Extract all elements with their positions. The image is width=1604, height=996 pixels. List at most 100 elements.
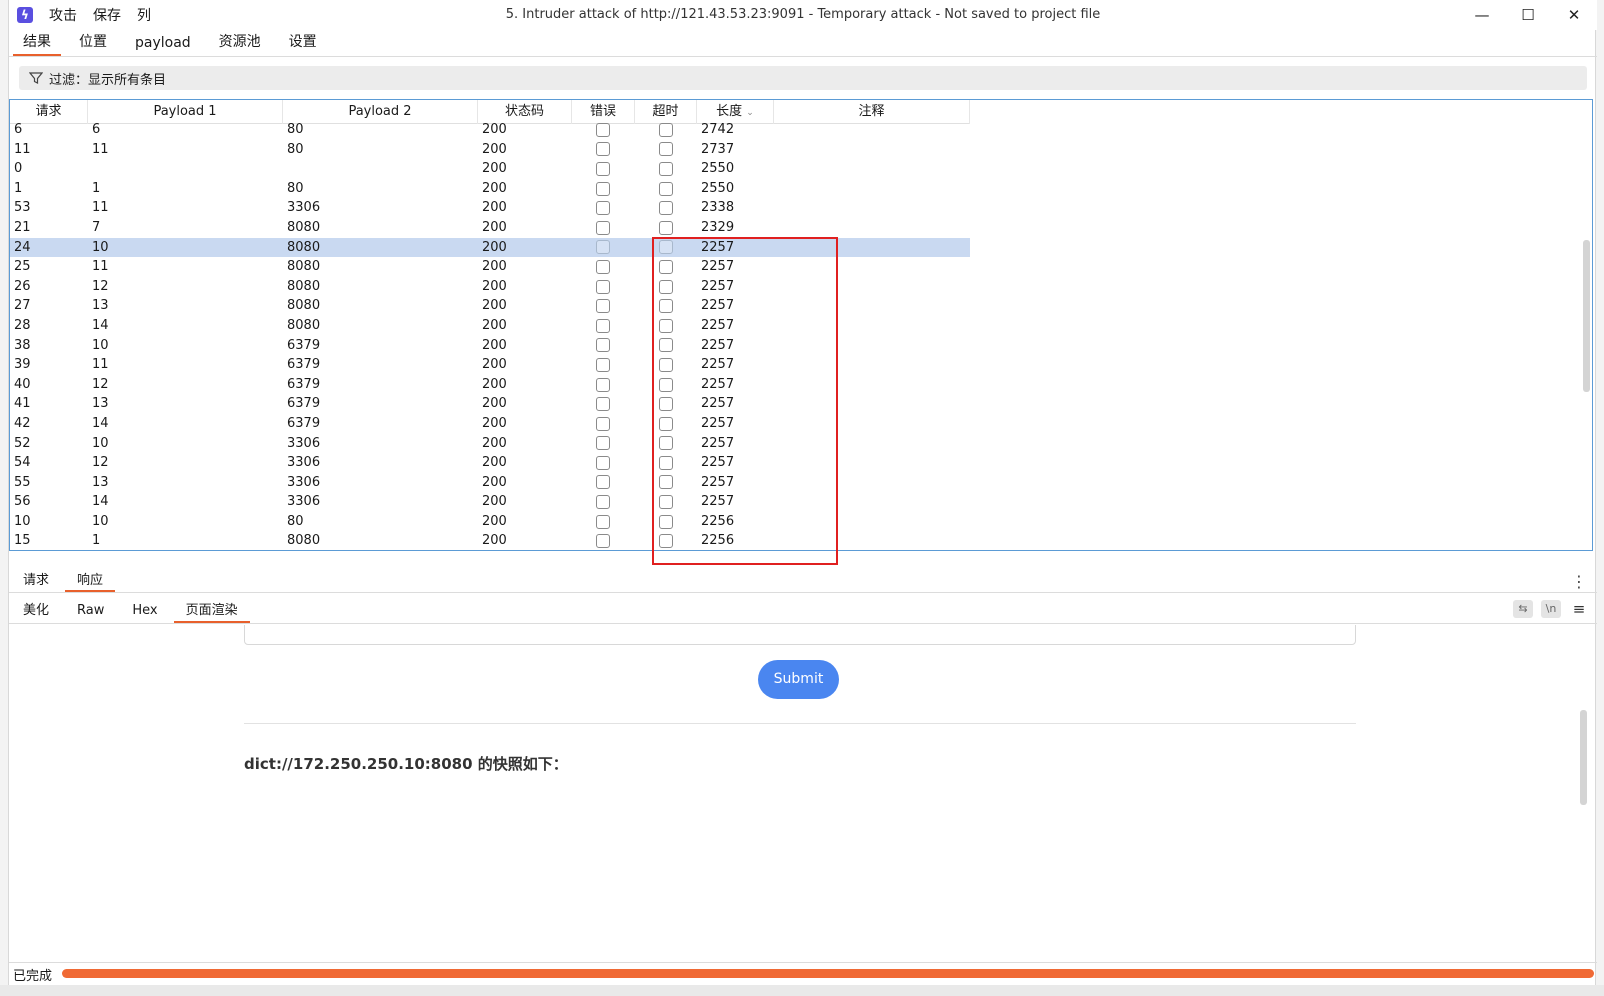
table-row[interactable]: 0 200 2550 bbox=[10, 159, 970, 179]
cell-request: 15 bbox=[14, 533, 31, 549]
cell-payload2: 6379 bbox=[287, 357, 321, 373]
tab-response[interactable]: 响应 bbox=[63, 569, 117, 592]
cell-payload1: 14 bbox=[92, 317, 109, 333]
error-checkbox bbox=[596, 357, 610, 372]
cell-payload2: 3306 bbox=[287, 494, 321, 510]
cell-payload2: 6379 bbox=[287, 376, 321, 392]
cell-comment bbox=[774, 198, 970, 218]
table-row[interactable]: 21 7 8080 200 2329 bbox=[10, 218, 970, 238]
rendered-url-input[interactable] bbox=[244, 625, 1356, 645]
close-icon[interactable]: ✕ bbox=[1551, 0, 1597, 30]
error-checkbox bbox=[596, 220, 610, 235]
cell-payload1 bbox=[88, 159, 283, 179]
cell-payload2: 6379 bbox=[287, 337, 321, 353]
error-checkbox bbox=[596, 534, 610, 549]
view-tabs: 美化 Raw Hex 页面渲染 ⇆ \n ≡ bbox=[9, 597, 1597, 624]
cell-error bbox=[572, 120, 635, 140]
more-options-icon[interactable]: ⋮ bbox=[1571, 572, 1587, 591]
cell-length: 2550 bbox=[701, 161, 735, 177]
cell-payload1: 13 bbox=[92, 474, 109, 490]
error-checkbox bbox=[596, 142, 610, 157]
tab-raw[interactable]: Raw bbox=[63, 603, 118, 623]
tab-positions[interactable]: 位置 bbox=[65, 31, 121, 56]
cell-timeout bbox=[635, 179, 697, 199]
cell-payload2: 80 bbox=[287, 122, 304, 137]
tab-results[interactable]: 结果 bbox=[9, 31, 65, 56]
maximize-icon[interactable]: ☐ bbox=[1505, 0, 1551, 30]
cell-status: 200 bbox=[482, 533, 507, 549]
tab-payloads[interactable]: payload bbox=[121, 35, 205, 56]
cell-error bbox=[572, 531, 635, 550]
cell-payload1: 12 bbox=[92, 376, 109, 392]
cell-status: 200 bbox=[482, 357, 507, 373]
cell-request: 25 bbox=[14, 259, 31, 275]
menu-save[interactable]: 保存 bbox=[93, 5, 121, 25]
tab-request[interactable]: 请求 bbox=[9, 569, 63, 592]
tab-render[interactable]: 页面渲染 bbox=[172, 599, 252, 623]
filter-label: 过滤：显示所有条目 bbox=[49, 72, 167, 88]
tab-pretty[interactable]: 美化 bbox=[9, 599, 63, 623]
tab-hex[interactable]: Hex bbox=[118, 603, 171, 623]
error-checkbox bbox=[596, 436, 610, 451]
cell-request: 53 bbox=[14, 200, 31, 216]
cell-error bbox=[572, 238, 635, 258]
cell-status: 200 bbox=[482, 415, 507, 431]
menu-columns[interactable]: 列 bbox=[137, 5, 151, 25]
newline-icon[interactable]: \n bbox=[1541, 600, 1561, 618]
cell-error bbox=[572, 375, 635, 395]
table-row[interactable]: 1 1 80 200 2550 bbox=[10, 179, 970, 199]
cell-error bbox=[572, 414, 635, 434]
cell-status: 200 bbox=[482, 474, 507, 490]
tab-settings[interactable]: 设置 bbox=[275, 31, 331, 56]
cell-payload1: 13 bbox=[92, 396, 109, 412]
render-scrollbar[interactable] bbox=[1580, 710, 1587, 805]
cell-payload1: 13 bbox=[92, 298, 109, 314]
cell-error bbox=[572, 336, 635, 356]
timeout-checkbox bbox=[658, 142, 673, 157]
error-checkbox bbox=[596, 455, 610, 470]
table-row[interactable]: 53 11 3306 200 2338 bbox=[10, 198, 970, 218]
minimize-icon[interactable]: — bbox=[1459, 0, 1505, 30]
cell-comment bbox=[774, 218, 970, 238]
timeout-checkbox bbox=[658, 161, 673, 176]
table-row[interactable]: 11 11 80 200 2737 bbox=[10, 140, 970, 160]
submit-button[interactable]: Submit bbox=[758, 660, 839, 699]
cell-error bbox=[572, 492, 635, 512]
cell-error bbox=[572, 434, 635, 454]
title-bar: ϟ 攻击 保存 列 5. Intruder attack of http://1… bbox=[9, 0, 1597, 30]
table-row[interactable]: 6 6 80 200 2742 bbox=[10, 120, 970, 140]
cell-payload1: 10 bbox=[92, 337, 109, 353]
cell-error bbox=[572, 257, 635, 277]
status-bar: 已完成 bbox=[9, 962, 1597, 985]
cell-status: 200 bbox=[482, 298, 507, 314]
filter-bar[interactable]: 过滤：显示所有条目 bbox=[19, 66, 1587, 90]
hamburger-menu-icon[interactable]: ≡ bbox=[1569, 600, 1589, 618]
cell-length: 2737 bbox=[701, 141, 735, 157]
table-scrollbar[interactable] bbox=[1583, 240, 1590, 392]
cell-request: 1 bbox=[14, 180, 23, 196]
cell-request: 10 bbox=[14, 513, 31, 529]
cell-payload1: 10 bbox=[92, 513, 109, 529]
cell-payload2: 8080 bbox=[287, 533, 321, 549]
cell-request: 24 bbox=[14, 239, 31, 255]
cell-status: 200 bbox=[482, 200, 507, 216]
cell-timeout bbox=[635, 218, 697, 238]
cell-error bbox=[572, 296, 635, 316]
cell-comment bbox=[774, 120, 970, 140]
cell-request: 26 bbox=[14, 278, 31, 294]
word-wrap-icon[interactable]: ⇆ bbox=[1513, 600, 1533, 618]
menu-attack[interactable]: 攻击 bbox=[49, 5, 77, 25]
cell-comment bbox=[774, 179, 970, 199]
cell-error bbox=[572, 355, 635, 375]
request-response-tabs: 请求 响应 ⋮ bbox=[9, 568, 1597, 593]
cell-payload1: 10 bbox=[92, 435, 109, 451]
error-checkbox bbox=[596, 240, 610, 255]
filter-icon bbox=[29, 72, 43, 84]
tab-resource-pool[interactable]: 资源池 bbox=[205, 31, 275, 56]
cell-payload2: 8080 bbox=[287, 317, 321, 333]
cell-status: 200 bbox=[482, 219, 507, 235]
cell-payload2: 3306 bbox=[287, 435, 321, 451]
error-checkbox bbox=[596, 397, 610, 412]
cell-payload2: 80 bbox=[287, 141, 304, 157]
cell-request: 11 bbox=[14, 141, 31, 157]
